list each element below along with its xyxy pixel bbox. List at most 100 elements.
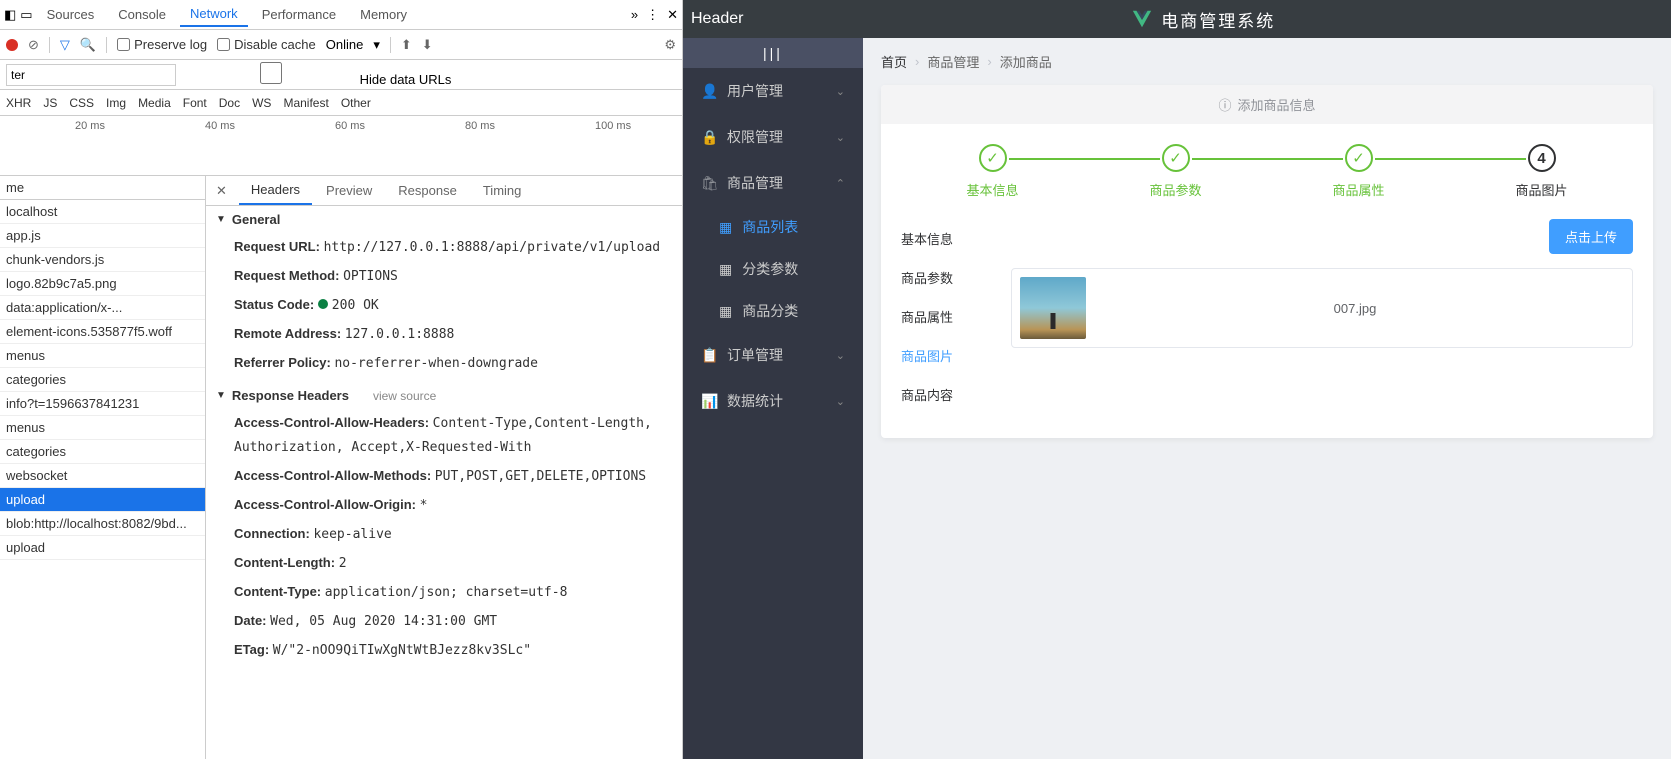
request-row[interactable]: chunk-vendors.js: [0, 248, 205, 272]
request-row[interactable]: info?t=1596637841231: [0, 392, 205, 416]
sidebar-item-users[interactable]: 👤用户管理⌄: [683, 68, 863, 114]
user-icon: 👤: [701, 83, 717, 100]
collapse-button[interactable]: |||: [683, 38, 863, 68]
clear-icon[interactable]: ⊘: [28, 37, 39, 53]
type-js[interactable]: JS: [43, 96, 57, 110]
disable-cache-checkbox[interactable]: Disable cache: [217, 37, 316, 52]
tab-memory[interactable]: Memory: [350, 3, 417, 26]
sidebar-item-orders[interactable]: 📋订单管理⌄: [683, 332, 863, 378]
close-details-icon[interactable]: ✕: [206, 183, 237, 199]
sidebar-sub-params[interactable]: ▦分类参数: [683, 248, 863, 290]
request-row[interactable]: blob:http://localhost:8082/9bd...: [0, 512, 205, 536]
type-doc[interactable]: Doc: [219, 96, 240, 110]
sidebar: ||| 👤用户管理⌄ 🔒权限管理⌄ 🛍商品管理⌃ ▦商品列表 ▦分类参数 ▦商品…: [683, 38, 863, 759]
card: ⓘ添加商品信息 ✓基本信息 ✓商品参数 ✓商品属性 4商品图片 基本信息 商品参…: [881, 85, 1653, 438]
lock-icon: 🔒: [701, 129, 717, 146]
sidebar-sub-goods-list[interactable]: ▦商品列表: [683, 206, 863, 248]
step-attrs: ✓商品属性: [1267, 144, 1450, 199]
breadcrumb: 首页 › 商品管理 › 添加商品: [863, 38, 1671, 85]
request-row[interactable]: logo.82b9c7a5.png: [0, 272, 205, 296]
settings-icon[interactable]: ⋮: [646, 7, 659, 23]
upload-har-icon[interactable]: ⬆: [401, 37, 412, 53]
timeline[interactable]: 20 ms 40 ms 60 ms 80 ms 100 ms: [0, 116, 682, 176]
hide-data-urls-checkbox[interactable]: Hide data URLs: [186, 62, 451, 87]
tab-params[interactable]: 商品参数: [901, 258, 991, 297]
type-css[interactable]: CSS: [69, 96, 94, 110]
type-other[interactable]: Other: [341, 96, 371, 110]
type-ws[interactable]: WS: [252, 96, 271, 110]
request-row[interactable]: localhost: [0, 200, 205, 224]
info-icon: ⓘ: [1218, 95, 1231, 114]
search-icon[interactable]: 🔍: [80, 37, 96, 53]
type-xhr[interactable]: XHR: [6, 96, 31, 110]
collapse-icon[interactable]: ▼: [216, 390, 226, 401]
type-font[interactable]: Font: [183, 96, 207, 110]
chevron-down-icon: ⌄: [836, 395, 845, 408]
uploaded-file-row[interactable]: 007.jpg: [1011, 268, 1633, 348]
type-manifest[interactable]: Manifest: [283, 96, 328, 110]
tick: 40 ms: [205, 120, 235, 132]
tab-sources[interactable]: Sources: [37, 3, 105, 26]
device-icon[interactable]: ▭: [20, 7, 32, 23]
preserve-log-checkbox[interactable]: Preserve log: [117, 37, 207, 52]
upload-button[interactable]: 点击上传: [1549, 219, 1633, 254]
record-icon[interactable]: [6, 39, 18, 51]
more-tabs-icon[interactable]: »: [631, 7, 638, 22]
tick: 100 ms: [595, 120, 631, 132]
view-source-link[interactable]: view source: [373, 389, 436, 403]
request-row[interactable]: menus: [0, 416, 205, 440]
devtools-panel: ◧ ▭ Sources Console Network Performance …: [0, 0, 683, 759]
type-media[interactable]: Media: [138, 96, 171, 110]
tick: 20 ms: [75, 120, 105, 132]
request-row-selected[interactable]: upload: [0, 488, 205, 512]
detail-tab-response[interactable]: Response: [386, 177, 469, 204]
detail-tab-preview[interactable]: Preview: [314, 177, 384, 204]
step-params: ✓商品参数: [1084, 144, 1267, 199]
inspect-icon[interactable]: ◧: [4, 7, 16, 23]
devtools-tabs: ◧ ▭ Sources Console Network Performance …: [0, 0, 682, 30]
admin-app: Header 电商管理系统 ||| 👤用户管理⌄ 🔒权限管理⌄ 🛍商品管理⌃ ▦…: [683, 0, 1671, 759]
request-row[interactable]: upload: [0, 536, 205, 560]
sidebar-item-rights[interactable]: 🔒权限管理⌄: [683, 114, 863, 160]
tab-content[interactable]: 商品内容: [901, 375, 991, 414]
sidebar-item-goods[interactable]: 🛍商品管理⌃: [683, 160, 863, 206]
collapse-icon[interactable]: ▼: [216, 214, 226, 225]
detail-tab-timing[interactable]: Timing: [471, 177, 534, 204]
name-column-header[interactable]: me: [0, 176, 205, 200]
main-content: 首页 › 商品管理 › 添加商品 ⓘ添加商品信息 ✓基本信息 ✓商品参数 ✓商品…: [863, 38, 1671, 759]
request-row[interactable]: data:application/x-...: [0, 296, 205, 320]
request-row[interactable]: app.js: [0, 224, 205, 248]
request-row[interactable]: element-icons.535877f5.woff: [0, 320, 205, 344]
tab-images[interactable]: 商品图片: [901, 336, 991, 375]
throttling-select[interactable]: Online: [326, 37, 364, 52]
app-title: 电商管理系统: [743, 7, 1663, 32]
close-devtools-icon[interactable]: ✕: [667, 7, 678, 23]
breadcrumb-item[interactable]: 商品管理: [927, 52, 979, 71]
chart-icon: 📊: [701, 393, 717, 410]
app-header: Header 电商管理系统: [683, 0, 1671, 38]
download-har-icon[interactable]: ⬇: [422, 37, 433, 53]
type-img[interactable]: Img: [106, 96, 126, 110]
filter-input[interactable]: [6, 64, 176, 86]
chevron-up-icon: ⌃: [836, 177, 845, 190]
sidebar-sub-categories[interactable]: ▦商品分类: [683, 290, 863, 332]
request-list: me localhost app.js chunk-vendors.js log…: [0, 176, 206, 759]
tab-console[interactable]: Console: [108, 3, 176, 26]
response-headers-section: ▼Response Headersview source Access-Cont…: [216, 388, 672, 665]
chevron-down-icon: ⌄: [836, 349, 845, 362]
network-toolbar: ⊘ ▽ 🔍 Preserve log Disable cache Online …: [0, 30, 682, 60]
filter-icon[interactable]: ▽: [60, 37, 70, 53]
request-row[interactable]: categories: [0, 368, 205, 392]
request-row[interactable]: menus: [0, 344, 205, 368]
request-row[interactable]: categories: [0, 440, 205, 464]
tab-basic[interactable]: 基本信息: [901, 219, 991, 258]
tab-network[interactable]: Network: [180, 2, 248, 27]
throttle-arrow-icon[interactable]: ▾: [373, 37, 380, 53]
tab-performance[interactable]: Performance: [252, 3, 346, 26]
detail-tab-headers[interactable]: Headers: [239, 176, 312, 205]
breadcrumb-home[interactable]: 首页: [881, 52, 907, 71]
sidebar-item-reports[interactable]: 📊数据统计⌄: [683, 378, 863, 424]
gear-icon[interactable]: ⚙: [664, 37, 676, 53]
tab-attrs[interactable]: 商品属性: [901, 297, 991, 336]
request-row[interactable]: websocket: [0, 464, 205, 488]
